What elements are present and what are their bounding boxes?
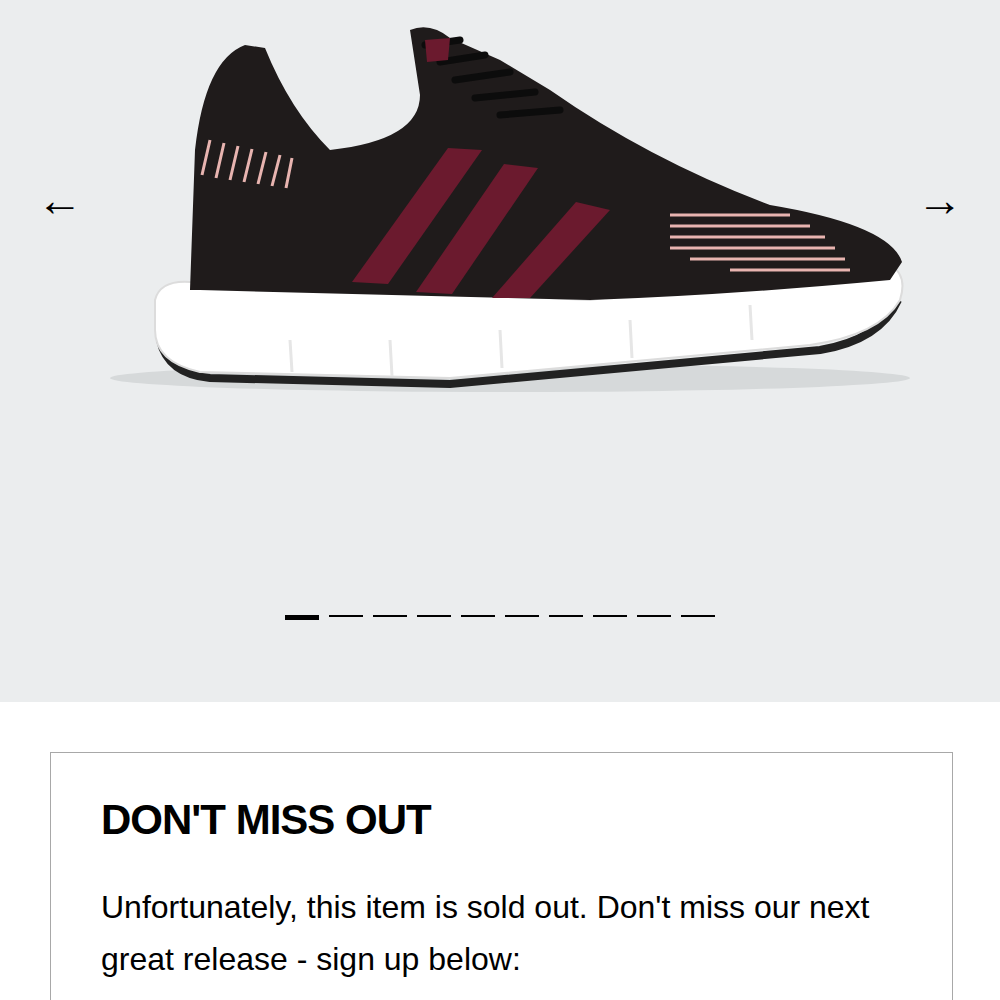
pagination-dash[interactable] [505,615,539,617]
pagination-dash[interactable] [593,615,627,617]
notice-title: DON'T MISS OUT [101,797,912,843]
gallery-pagination [0,615,1000,620]
notice-text: Unfortunately, this item is sold out. Do… [101,881,912,985]
pagination-dash[interactable] [285,615,319,620]
pagination-dash[interactable] [461,615,495,617]
next-arrow[interactable]: → [910,177,970,243]
pagination-dash[interactable] [637,615,671,617]
pagination-dash[interactable] [373,615,407,617]
pagination-dash[interactable] [549,615,583,617]
previous-arrow[interactable]: ← [30,177,90,243]
pagination-dash[interactable] [417,615,451,617]
sold-out-notice: DON'T MISS OUT Unfortunately, this item … [50,752,953,1000]
pagination-dash[interactable] [681,615,715,617]
gallery-slide: ← → [0,0,1000,400]
pagination-dash[interactable] [329,615,363,617]
shoe-image [90,20,910,400]
product-gallery: ← → [0,0,1000,702]
